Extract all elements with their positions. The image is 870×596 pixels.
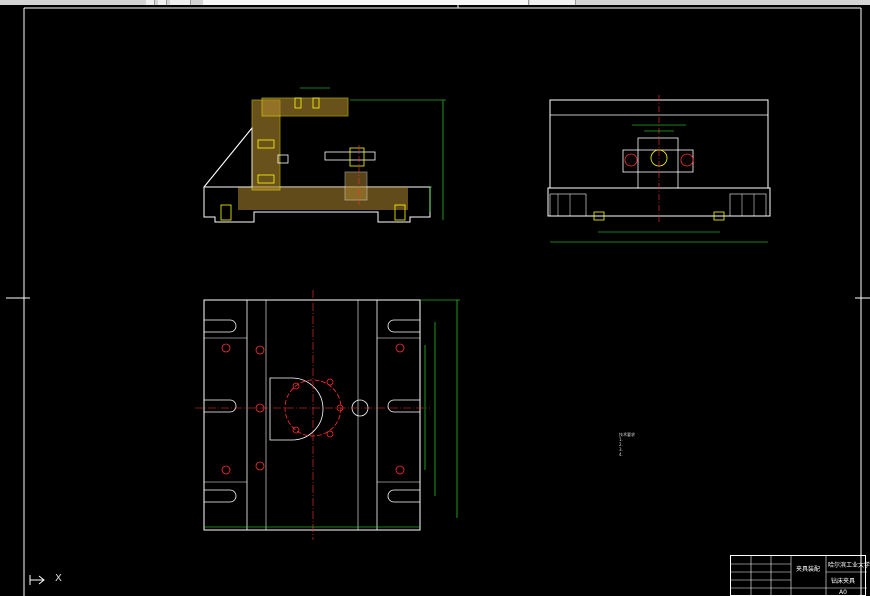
title-block-scale: A0 [839, 589, 847, 596]
title-block: 夹具装配 哈尔滨工业大学 钻床夹具 A0 [730, 555, 870, 596]
cad-drawing [6, 4, 870, 596]
front-view-section [203, 87, 446, 223]
ucs-icon [29, 575, 45, 585]
top-view [195, 290, 460, 540]
title-block-drawing-no: 钻床夹具 [831, 578, 856, 585]
notes-line: 4. [619, 452, 623, 457]
title-block-school: 哈尔滨工业大学 [828, 562, 870, 569]
ucs-x-label: X [55, 573, 62, 584]
title-block-name: 夹具装配 [796, 566, 821, 573]
technical-notes: 技术要求 1. 2. 3. 4. [619, 432, 635, 457]
cad-canvas[interactable]: X 技术要求 1. 2. 3. 4. 夹具装配 哈尔滨工业大学 钻床夹具 A0 [0, 0, 870, 596]
side-view [547, 95, 771, 243]
